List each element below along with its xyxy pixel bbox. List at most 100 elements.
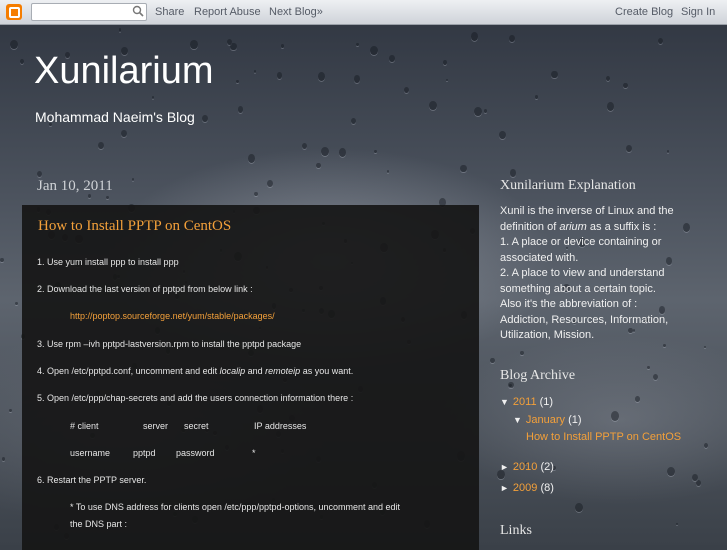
blog-title[interactable]: Xunilarium bbox=[34, 50, 214, 93]
rain-drop bbox=[662, 343, 666, 348]
rain-drop bbox=[605, 75, 610, 82]
explanation-heading: Xunilarium Explanation bbox=[500, 178, 636, 193]
post-line: 3. Use rpm –ivh pptpd-lastversion.rpm to… bbox=[37, 339, 302, 349]
post-line: the DNS part : bbox=[70, 519, 128, 529]
expand-right-icon[interactable]: ► bbox=[500, 462, 509, 472]
rain-drop bbox=[320, 146, 329, 157]
expand-down-icon[interactable]: ▼ bbox=[500, 397, 509, 407]
rain-drop bbox=[118, 28, 122, 32]
post-title[interactable]: How to Install PPTP on CentOS bbox=[38, 218, 231, 235]
archive-month-january-link[interactable]: January bbox=[526, 414, 565, 426]
rain-drop bbox=[237, 106, 244, 113]
archive-year-2011-link[interactable]: 2011 bbox=[513, 396, 537, 408]
archive-count: (8) bbox=[540, 482, 554, 494]
rain-drop bbox=[230, 42, 237, 51]
rain-drop bbox=[443, 60, 447, 65]
rain-drop bbox=[610, 411, 619, 421]
rain-drop bbox=[131, 178, 134, 181]
archive-year-2009: ► 2009 (8) bbox=[500, 482, 554, 494]
archive-heading: Blog Archive bbox=[500, 368, 576, 383]
rain-drop bbox=[19, 58, 24, 64]
blog-description: Mohammad Naeim's Blog bbox=[35, 109, 195, 125]
post-line: 1. Use yum install ppp to install ppp bbox=[37, 257, 179, 267]
rain-drop bbox=[353, 75, 360, 83]
rain-drop bbox=[356, 42, 359, 47]
post-text: as you want. bbox=[300, 366, 354, 376]
pptpd-download-link[interactable]: http://poptop.sourceforge.net/yum/stable… bbox=[70, 311, 275, 321]
table-header-client: # client bbox=[70, 421, 99, 431]
table-cell-ip: * bbox=[252, 448, 256, 458]
archive-year-2010: ► 2010 (2) bbox=[500, 461, 554, 473]
search-icon[interactable] bbox=[132, 5, 144, 17]
explanation-text-part: as a suffix is : bbox=[586, 220, 657, 233]
rain-drop bbox=[317, 71, 325, 81]
expand-right-icon[interactable]: ► bbox=[500, 483, 509, 493]
post: How to Install PPTP on CentOS 1. Use yum… bbox=[22, 205, 479, 550]
post-line: 5. Open /etc/ppp/chap-secrets and add th… bbox=[37, 393, 354, 403]
archive-count: (1) bbox=[568, 414, 582, 426]
explanation-line: Also it's the abbreviation of : bbox=[500, 298, 638, 310]
rain-drop bbox=[105, 195, 109, 200]
explanation-text-part: arium bbox=[559, 220, 587, 233]
rain-drop bbox=[575, 502, 583, 512]
sign-in-link[interactable]: Sign In bbox=[681, 6, 715, 18]
post-text: remoteip bbox=[265, 366, 301, 376]
rain-drop bbox=[483, 108, 488, 113]
expand-down-icon[interactable]: ▼ bbox=[513, 415, 522, 425]
next-blog-link[interactable]: Next Blog» bbox=[269, 6, 323, 18]
archive-count: (2) bbox=[540, 461, 554, 473]
create-blog-link[interactable]: Create Blog bbox=[615, 6, 673, 18]
post-line: 6. Restart the PPTP server. bbox=[37, 475, 147, 485]
rain-drop bbox=[266, 180, 273, 188]
share-link[interactable]: Share bbox=[155, 6, 184, 18]
navbar: Share Report Abuse Next Blog» Create Blo… bbox=[0, 0, 727, 25]
rain-drop bbox=[97, 142, 104, 150]
rain-drop bbox=[551, 70, 558, 79]
rain-drop bbox=[428, 101, 437, 111]
archive-post: How to Install PPTP on CentOS bbox=[526, 431, 681, 443]
table-header-server: server bbox=[143, 421, 169, 431]
post-text: 4. Open /etc/pptpd.conf, uncomment and e… bbox=[37, 366, 220, 376]
rain-drop bbox=[652, 373, 658, 380]
rain-drop bbox=[471, 31, 479, 41]
post-line: * To use DNS address for clients open /e… bbox=[70, 502, 401, 512]
archive-year-2010-link[interactable]: 2010 bbox=[513, 461, 537, 473]
post-text: localip bbox=[219, 366, 246, 376]
archive-year-2011: ▼ 2011 (1) bbox=[500, 396, 553, 408]
rain-drop bbox=[696, 479, 702, 486]
rain-drop bbox=[386, 170, 389, 173]
archive-month-january: ▼ January (1) bbox=[513, 414, 582, 426]
explanation-line: 1. A place or device containing or assoc… bbox=[500, 236, 662, 264]
rain-drop bbox=[635, 396, 640, 402]
rain-drop bbox=[403, 86, 409, 93]
rain-drop bbox=[703, 443, 708, 449]
post-text: and bbox=[245, 366, 266, 376]
post-line: 2. Download the last version of pptpd fr… bbox=[37, 284, 253, 294]
table-header-ip: IP addresses bbox=[254, 421, 307, 431]
rain-drop bbox=[498, 130, 506, 139]
links-heading: Links bbox=[500, 523, 532, 538]
table-header-secret: secret bbox=[184, 421, 209, 431]
rain-drop bbox=[253, 191, 258, 197]
rain-drop bbox=[647, 365, 650, 369]
post-date: Jan 10, 2011 bbox=[37, 178, 113, 194]
post-line: 4. Open /etc/pptpd.conf, uncomment and e… bbox=[37, 363, 353, 380]
rain-drop bbox=[190, 40, 198, 50]
table-cell-username: username bbox=[70, 448, 111, 458]
blogger-logo-icon[interactable] bbox=[6, 4, 22, 20]
table-cell-pptpd: pptpd bbox=[133, 448, 156, 458]
rain-drop bbox=[490, 357, 495, 364]
rain-drop bbox=[0, 257, 4, 263]
report-abuse-link[interactable]: Report Abuse bbox=[194, 6, 261, 18]
post-link-line: http://poptop.sourceforge.net/yum/stable… bbox=[70, 308, 275, 325]
archive-post-link[interactable]: How to Install PPTP on CentOS bbox=[526, 431, 681, 443]
explanation-line: Addiction, Resources, Information, Utili… bbox=[500, 313, 669, 342]
rain-drop bbox=[15, 301, 18, 305]
archive-year-2009-link[interactable]: 2009 bbox=[513, 482, 537, 494]
rain-drop bbox=[301, 142, 307, 149]
rain-drop bbox=[607, 102, 615, 111]
rain-drop bbox=[460, 164, 467, 173]
explanation-text: Xunil is the inverse of Linux and the de… bbox=[500, 204, 690, 344]
search-input[interactable] bbox=[31, 3, 147, 21]
rain-drop bbox=[374, 149, 377, 153]
